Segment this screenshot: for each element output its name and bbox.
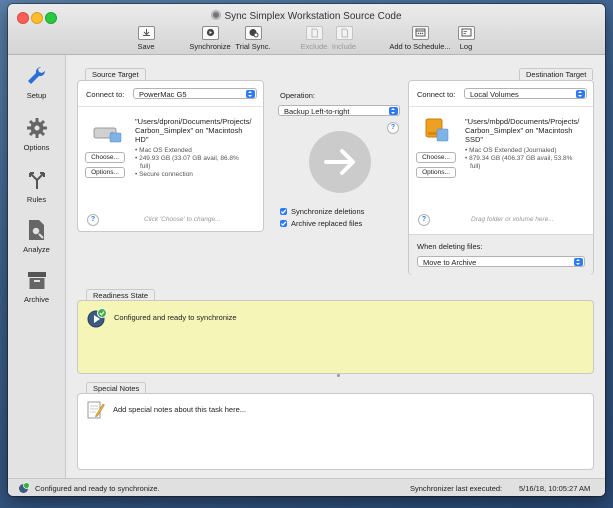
destination-options-button[interactable]: Options... xyxy=(416,167,456,178)
save-button[interactable]: Save xyxy=(134,26,158,52)
destination-target-tab: Destination Target xyxy=(519,68,594,80)
include-button[interactable]: Include xyxy=(330,26,358,52)
special-notes-panel[interactable]: Add special notes about this task here..… xyxy=(77,393,594,470)
popup-arrows-icon xyxy=(576,90,585,98)
source-choose-button[interactable]: Choose... xyxy=(85,152,125,163)
hard-drive-icon xyxy=(93,127,122,143)
source-connect-label: Connect to: xyxy=(86,90,125,99)
save-icon xyxy=(137,26,155,40)
popup-arrows-icon xyxy=(246,90,255,98)
schedule-icon xyxy=(411,26,429,40)
source-target-tab: Source Target xyxy=(85,68,146,80)
destination-path: "Users/mbpd/Documents/Projects/ Carbon_S… xyxy=(465,117,580,144)
operation-label: Operation: xyxy=(280,91,316,100)
trial-sync-icon xyxy=(244,26,262,40)
operation-popup[interactable]: Backup Left-to-right xyxy=(278,105,400,116)
synchronize-deletions-checkbox[interactable] xyxy=(280,208,287,215)
app-window: Sync Simplex Workstation Source Code Sav… xyxy=(8,4,605,496)
archive-icon xyxy=(27,272,46,289)
external-drive-icon xyxy=(425,118,449,142)
destination-help-button[interactable]: ? xyxy=(418,214,430,226)
archive-replaced-label: Archive replaced files xyxy=(291,219,363,228)
last-executed-label: Synchronizer last executed: xyxy=(410,484,503,493)
when-deleting-popup[interactable]: Move to Archive xyxy=(417,256,585,267)
operation-help-button[interactable]: ? xyxy=(387,122,399,134)
main-area: Source Target Connect to: PowerMac G5 "U… xyxy=(66,55,605,478)
ready-play-icon xyxy=(87,308,107,328)
synchronize-deletions-label: Synchronize deletions xyxy=(291,207,365,216)
gear-icon xyxy=(26,118,47,138)
destination-panel: Connect to: Local Volumes "Users/mbpd/Do… xyxy=(408,80,594,275)
play-icon xyxy=(201,26,219,40)
deleting-section: When deleting files: Move to Archive xyxy=(409,234,593,275)
popup-arrows-icon xyxy=(574,258,583,266)
window-title: Sync Simplex Workstation Source Code xyxy=(8,10,605,22)
archive-replaced-checkbox[interactable] xyxy=(280,220,287,227)
source-details: • Mac OS Extended • 249.93 GB (33.07 GB … xyxy=(135,147,239,178)
special-notes-placeholder: Add special notes about this task here..… xyxy=(113,405,246,414)
wrench-icon xyxy=(27,66,45,84)
log-icon xyxy=(457,26,475,40)
notes-icon xyxy=(87,401,105,419)
direction-arrow-icon xyxy=(309,131,371,193)
trial-sync-button[interactable]: Trial Sync. xyxy=(234,26,272,52)
destination-details: • Mac OS Extended (Journaled) • 879.34 G… xyxy=(465,147,573,170)
readiness-message: Configured and ready to synchronize xyxy=(114,313,237,322)
sidebar-item-setup[interactable]: Setup xyxy=(8,65,65,100)
sidebar-item-archive[interactable]: Archive xyxy=(8,269,65,304)
source-connect-popup[interactable]: PowerMac G5 xyxy=(133,88,257,99)
status-message: Configured and ready to synchronize. xyxy=(35,484,160,493)
source-help-button[interactable]: ? xyxy=(87,214,99,226)
title-bar: Sync Simplex Workstation Source Code Sav… xyxy=(8,4,605,55)
sidebar: Setup Options Rules Analyze Archive xyxy=(8,55,66,478)
source-path: "Users/dproni/Documents/Projects/ Carbon… xyxy=(135,117,252,144)
last-executed-value: 5/16/18, 10:05:27 AM xyxy=(519,484,591,493)
destination-choose-button[interactable]: Choose... xyxy=(416,152,456,163)
destination-connect-label: Connect to: xyxy=(417,90,456,99)
synchronize-button[interactable]: Synchronize xyxy=(188,26,232,52)
rules-icon xyxy=(28,172,45,189)
status-ok-icon xyxy=(19,482,30,493)
sidebar-item-analyze[interactable]: Analyze xyxy=(8,219,65,254)
sidebar-item-options[interactable]: Options xyxy=(8,117,65,152)
source-panel: Connect to: PowerMac G5 "Users/dproni/Do… xyxy=(77,80,264,232)
app-icon xyxy=(211,10,222,20)
sidebar-item-rules[interactable]: Rules xyxy=(8,169,65,204)
include-icon xyxy=(335,26,353,40)
destination-connect-popup[interactable]: Local Volumes xyxy=(464,88,587,99)
destination-hint: Drag folder or volume here... xyxy=(471,216,554,223)
readiness-panel: Configured and ready to synchronize xyxy=(77,300,594,374)
source-hint: Click 'Choose' to change... xyxy=(144,216,221,223)
divider xyxy=(78,106,263,107)
popup-arrows-icon xyxy=(389,107,398,115)
exclude-button[interactable]: Exclude xyxy=(300,26,328,52)
analyze-icon xyxy=(28,220,44,240)
divider xyxy=(409,106,593,107)
splitter-handle[interactable] xyxy=(337,374,340,377)
status-bar: Configured and ready to synchronize. Syn… xyxy=(8,478,605,496)
source-options-button[interactable]: Options... xyxy=(85,167,125,178)
add-to-schedule-button[interactable]: Add to Schedule... xyxy=(388,26,452,52)
when-deleting-label: When deleting files: xyxy=(417,242,483,251)
log-button[interactable]: Log xyxy=(454,26,478,52)
exclude-icon xyxy=(305,26,323,40)
